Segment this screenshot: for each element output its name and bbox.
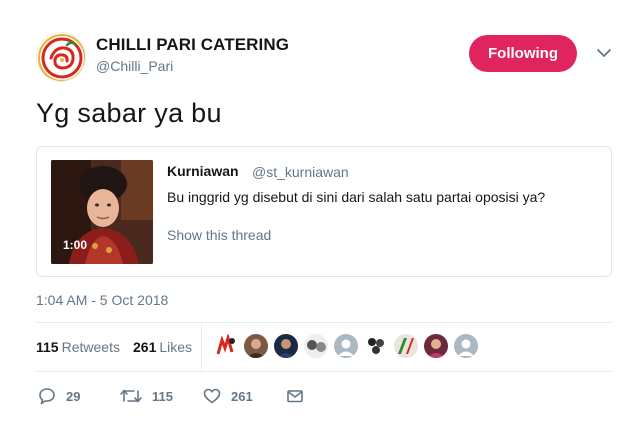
liker-avatar[interactable] <box>394 334 418 358</box>
retweets-label: Retweets <box>61 339 120 355</box>
reply-icon <box>38 387 56 405</box>
retweet-button[interactable]: 115 <box>120 385 173 407</box>
liker-avatar[interactable] <box>424 334 448 358</box>
author-handle[interactable]: @Chilli_Pari <box>96 58 173 74</box>
show-thread-link[interactable]: Show this thread <box>167 227 271 243</box>
chevron-down-icon[interactable] <box>596 46 612 60</box>
author-avatar[interactable] <box>36 32 86 82</box>
tweet-timestamp[interactable]: 1:04 AM - 5 Oct 2018 <box>36 292 168 308</box>
quoted-video-thumbnail[interactable]: 1:00 <box>51 160 153 264</box>
liker-avatar[interactable] <box>274 334 298 358</box>
direct-message-button[interactable] <box>286 385 304 407</box>
following-button[interactable]: Following <box>469 35 577 72</box>
retweets-stat[interactable]: 115 Retweets <box>36 339 120 355</box>
reply-button[interactable]: 29 <box>38 385 80 407</box>
liker-avatar[interactable] <box>364 334 388 358</box>
likes-label: Likes <box>159 339 193 355</box>
liker-avatar[interactable] <box>454 334 478 358</box>
retweet-count: 115 <box>152 388 173 404</box>
tweet-card: CHILLI PARI CATERING @Chilli_Pari Follow… <box>0 0 640 436</box>
likes-stat[interactable]: 261 Likes <box>133 339 192 355</box>
tweet-text: Yg sabar ya bu <box>36 98 222 128</box>
liker-avatar[interactable] <box>214 334 238 358</box>
liker-avatar[interactable] <box>304 334 328 358</box>
quoted-author-name[interactable]: Kurniawan <box>167 163 239 179</box>
mail-icon <box>286 387 304 405</box>
retweet-icon <box>120 387 142 405</box>
divider <box>36 371 612 372</box>
liker-avatar[interactable] <box>334 334 358 358</box>
liker-avatar[interactable] <box>244 334 268 358</box>
retweets-count: 115 <box>36 339 59 355</box>
quoted-tweet-text: Bu inggrid yg disebut di sini dari salah… <box>167 189 546 205</box>
like-button[interactable]: 261 <box>203 385 253 407</box>
author-display-name[interactable]: CHILLI PARI CATERING <box>96 35 289 55</box>
chilli-pari-logo <box>38 34 85 81</box>
likes-count: 261 <box>133 339 157 355</box>
divider <box>201 323 202 371</box>
heart-icon <box>203 387 221 405</box>
quoted-author-handle[interactable]: @st_kurniawan <box>252 164 349 180</box>
quoted-tweet-card[interactable]: 1:00 Kurniawan @st_kurniawan Bu inggrid … <box>36 146 612 277</box>
like-count: 261 <box>231 388 253 404</box>
divider <box>36 322 612 323</box>
video-duration: 1:00 <box>63 238 88 252</box>
reply-count: 29 <box>66 388 81 404</box>
